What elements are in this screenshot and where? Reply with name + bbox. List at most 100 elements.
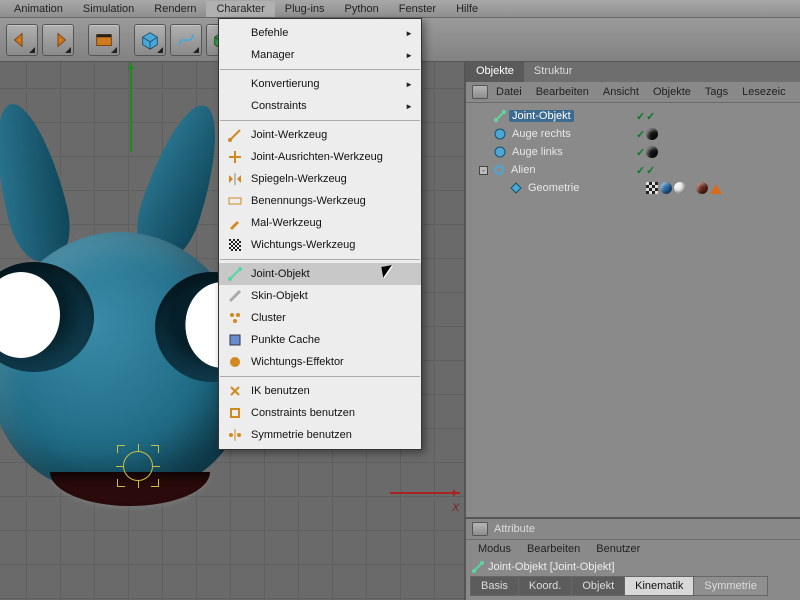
- menu-fenster[interactable]: Fenster: [389, 1, 446, 17]
- menu-item-label: Benennungs-Werkzeug: [251, 195, 366, 207]
- tag-icon[interactable]: [696, 182, 708, 194]
- menu-item-joint-ausrichten-werkzeug[interactable]: Joint-Ausrichten-Werkzeug: [219, 146, 421, 168]
- menu-python[interactable]: Python: [335, 1, 389, 17]
- menu-item-constraints-benutzen[interactable]: Constraints benutzen: [219, 402, 421, 424]
- menu-charakter[interactable]: Charakter: [206, 1, 274, 17]
- attribute-tabs: BasisKoord.ObjektKinematikSymmetrie: [466, 576, 800, 600]
- tree-label: Joint-Objekt: [509, 110, 574, 122]
- tree-row[interactable]: Geometrie: [466, 179, 800, 197]
- menu-item-label: Manager: [251, 49, 294, 61]
- menu-item-label: Symmetrie benutzen: [251, 429, 352, 441]
- menu-item-label: Mal-Werkzeug: [251, 217, 322, 229]
- attr-tab-objekt[interactable]: Objekt: [571, 576, 625, 596]
- menu-item-mal-werkzeug[interactable]: Mal-Werkzeug: [219, 212, 421, 234]
- tag-icon[interactable]: [646, 146, 658, 158]
- tag-icon[interactable]: [710, 178, 722, 194]
- panel-menu-ansicht[interactable]: Ansicht: [597, 85, 645, 99]
- visibility-check[interactable]: ✓: [646, 164, 655, 177]
- ik-icon: [227, 383, 243, 399]
- tag-icon[interactable]: [646, 128, 658, 140]
- tag-icon[interactable]: [646, 182, 658, 194]
- menu-simulation[interactable]: Simulation: [73, 1, 144, 17]
- tab-objekte[interactable]: Objekte: [466, 62, 524, 82]
- attr-tab-koord[interactable]: Koord.: [518, 576, 572, 596]
- mirror-icon: [227, 171, 243, 187]
- menu-item-cluster[interactable]: Cluster: [219, 307, 421, 329]
- symmetry-icon: [227, 427, 243, 443]
- menu-item-benennungs-werkzeug[interactable]: Benennungs-Werkzeug: [219, 190, 421, 212]
- menu-item-ik-benutzen[interactable]: IK benutzen: [219, 380, 421, 402]
- selection-gizmo[interactable]: [117, 445, 159, 487]
- menu-rendern[interactable]: Rendern: [144, 1, 206, 17]
- tree-label: Auge links: [509, 146, 566, 158]
- tab-struktur[interactable]: Struktur: [524, 62, 583, 82]
- panel-menu-tags[interactable]: Tags: [699, 85, 734, 99]
- object-tree[interactable]: Joint-Objekt✓✓Auge rechts✓✓Auge links✓✓-…: [466, 103, 800, 201]
- visibility-check[interactable]: ✓: [636, 164, 645, 177]
- redo-button[interactable]: [42, 24, 74, 56]
- attr-tab-symmetrie[interactable]: Symmetrie: [693, 576, 768, 596]
- panel-menu-bearbeiten[interactable]: Bearbeiten: [530, 85, 595, 99]
- visibility-check[interactable]: ✓: [636, 110, 645, 123]
- panel-icon[interactable]: [472, 85, 488, 99]
- spline-button[interactable]: [170, 24, 202, 56]
- visibility-check[interactable]: ✓: [636, 146, 645, 159]
- scene-button[interactable]: [88, 24, 120, 56]
- menu-hilfe[interactable]: Hilfe: [446, 1, 488, 17]
- tag-icon[interactable]: [660, 182, 672, 194]
- sphere-icon: [494, 128, 506, 140]
- menu-item-label: Befehle: [251, 27, 288, 39]
- attr-menu-benutzer[interactable]: Benutzer: [590, 542, 646, 556]
- panel-menu-lesezeic[interactable]: Lesezeic: [736, 85, 791, 99]
- tag-icon[interactable]: [674, 182, 686, 194]
- attr-menu-bearbeiten[interactable]: Bearbeiten: [521, 542, 586, 556]
- menu-item-joint-werkzeug[interactable]: Joint-Werkzeug: [219, 124, 421, 146]
- menu-item-wichtungs-werkzeug[interactable]: Wichtungs-Werkzeug: [219, 234, 421, 256]
- tree-expander[interactable]: -: [479, 166, 488, 175]
- menu-item-befehle[interactable]: Befehle: [219, 22, 421, 44]
- menu-animation[interactable]: Animation: [4, 1, 73, 17]
- null-icon: [493, 164, 505, 176]
- attr-tab-basis[interactable]: Basis: [470, 576, 519, 596]
- tree-row[interactable]: Joint-Objekt ✓✓: [466, 107, 800, 125]
- joint-tool-icon: [227, 127, 243, 143]
- panel-menu-objekte[interactable]: Objekte: [647, 85, 697, 99]
- axis-x-icon: [390, 492, 460, 494]
- menu-item-label: Cluster: [251, 312, 286, 324]
- menu-item-label: Joint-Werkzeug: [251, 129, 327, 141]
- panel-menu-datei[interactable]: Datei: [490, 85, 528, 99]
- joint-icon: [472, 561, 484, 573]
- menu-plug-ins[interactable]: Plug-ins: [275, 1, 335, 17]
- visibility-check[interactable]: ✓: [636, 128, 645, 141]
- menu-item-konvertierung[interactable]: Konvertierung: [219, 73, 421, 95]
- attr-tab-kinematik[interactable]: Kinematik: [624, 576, 694, 596]
- menu-item-wichtungs-effektor[interactable]: Wichtungs-Effektor: [219, 351, 421, 373]
- cache-icon: [227, 332, 243, 348]
- blank-icon: [227, 25, 243, 41]
- blank-icon: [227, 98, 243, 114]
- menu-item-label: Konvertierung: [251, 78, 320, 90]
- tree-row[interactable]: -Alien✓✓: [466, 161, 800, 179]
- objects-panel-tabs: ObjekteStruktur: [466, 62, 800, 82]
- attr-object-label: Joint-Objekt [Joint-Objekt]: [488, 561, 615, 573]
- undo-button[interactable]: [6, 24, 38, 56]
- menu-item-label: Skin-Objekt: [251, 290, 308, 302]
- menu-item-manager[interactable]: Manager: [219, 44, 421, 66]
- attr-icon[interactable]: [472, 522, 488, 536]
- attributes-menu: Modus Bearbeiten Benutzer: [466, 540, 800, 558]
- visibility-check[interactable]: ✓: [646, 110, 655, 123]
- attr-menu-modus[interactable]: Modus: [472, 542, 517, 556]
- weight-icon: [227, 237, 243, 253]
- tree-row[interactable]: Auge links✓✓: [466, 143, 800, 161]
- menu-item-constraints[interactable]: Constraints: [219, 95, 421, 117]
- menu-item-symmetrie-benutzen[interactable]: Symmetrie benutzen: [219, 424, 421, 446]
- menu-item-punkte-cache[interactable]: Punkte Cache: [219, 329, 421, 351]
- cube-button[interactable]: [134, 24, 166, 56]
- joint-icon: [494, 110, 506, 122]
- tree-row[interactable]: Auge rechts✓✓: [466, 125, 800, 143]
- tree-label: Geometrie: [525, 182, 582, 194]
- menu-item-spiegeln-werkzeug[interactable]: Spiegeln-Werkzeug: [219, 168, 421, 190]
- sphere-icon: [494, 146, 506, 158]
- paint-icon: [227, 215, 243, 231]
- menu-item-skin-objekt[interactable]: Skin-Objekt: [219, 285, 421, 307]
